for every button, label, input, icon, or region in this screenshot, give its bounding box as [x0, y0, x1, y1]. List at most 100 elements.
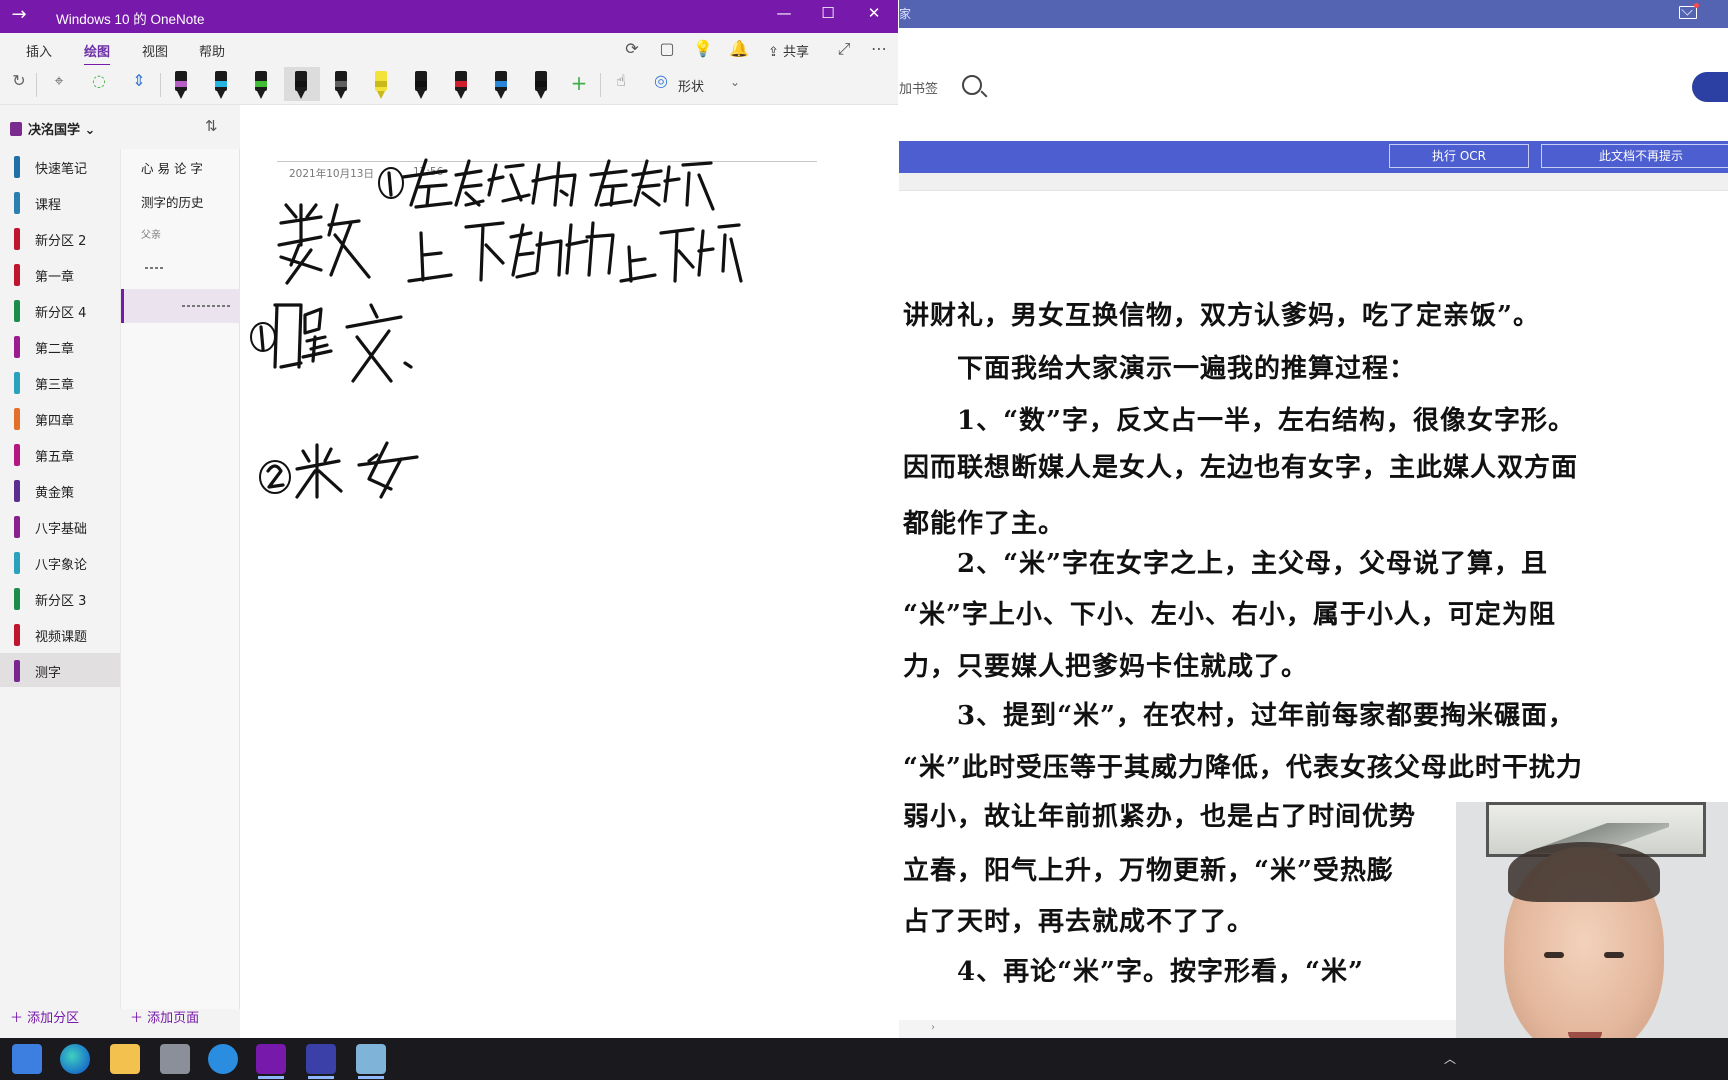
add-pen-icon[interactable]: +	[568, 71, 590, 99]
section-item[interactable]: 新分区 2	[0, 221, 120, 255]
tab-view[interactable]: 视图	[142, 41, 168, 60]
page-item[interactable]: 测字的历史	[121, 183, 240, 217]
sort-icon[interactable]: ⇅	[205, 117, 218, 135]
section-item[interactable]: 第四章	[0, 401, 120, 435]
section-item[interactable]: 黄金策	[0, 473, 120, 507]
shapes-icon[interactable]: ◎	[650, 71, 672, 99]
add-section-button[interactable]: ＋ 添加分区	[10, 1007, 79, 1026]
image-app-taskbar-icon[interactable]	[356, 1044, 386, 1079]
file-explorer-icon[interactable]	[110, 1044, 140, 1074]
page-item-selected[interactable]	[121, 289, 240, 323]
redo-icon[interactable]: ↻	[8, 71, 30, 99]
pen-7-icon[interactable]	[410, 67, 432, 101]
lasso-select-icon[interactable]: ⌖	[46, 71, 72, 99]
section-color-tab	[14, 588, 20, 610]
notebook-picker[interactable]: 决洺国学 ⌄	[10, 119, 95, 138]
section-color-tab	[14, 480, 20, 502]
pen-part	[177, 91, 185, 99]
text-line: 力，只要媒人把爹妈卡住就成了。	[903, 652, 1309, 682]
search-icon[interactable]	[962, 75, 982, 95]
section-item[interactable]: 第一章	[0, 257, 120, 291]
sync-icon[interactable]: ⟳	[621, 39, 643, 58]
text-line: 立春，阳气上升，万物更新，“米”受热膨	[903, 856, 1394, 886]
pdf-reader-taskbar-icon[interactable]	[306, 1044, 336, 1079]
add-page-button[interactable]: ＋ 添加页面	[130, 1007, 199, 1026]
chevron-down-icon: ⌄	[84, 123, 96, 138]
back-arrow-icon[interactable]: →	[8, 4, 30, 25]
text-line: 1、“数”字，反文占一半，左右结构，很像女字形。	[903, 406, 1576, 436]
mail-icon[interactable]	[1679, 6, 1697, 19]
section-label: 八字象论	[35, 558, 88, 573]
section-item[interactable]: 第三章	[0, 365, 120, 399]
insert-space-icon[interactable]: ⇕	[126, 71, 152, 99]
run-ocr-button[interactable]: 执行 OCR	[1389, 144, 1529, 168]
share-label: 共享	[783, 45, 810, 60]
text-line: 占了天时，再去就成不了了。	[903, 907, 1255, 937]
section-item[interactable]: 课程	[0, 185, 120, 219]
separator	[600, 73, 601, 97]
section-item[interactable]: 第五章	[0, 437, 120, 471]
pen-8-icon[interactable]	[450, 67, 472, 101]
pen-6-icon[interactable]	[370, 67, 392, 101]
notebook-icon	[10, 122, 22, 136]
edge-icon[interactable]	[60, 1044, 90, 1074]
text-line: 4、再论“米”字。按字形看，“米”	[903, 957, 1364, 987]
lightbulb-icon[interactable]: 💡	[692, 39, 714, 58]
pen-9-icon[interactable]	[490, 67, 512, 101]
section-item[interactable]: 视频课题	[0, 617, 120, 651]
start-app-icon[interactable]	[12, 1044, 42, 1074]
pen-3-icon[interactable]	[250, 67, 272, 101]
ink-to-shape-icon[interactable]: ☝	[608, 71, 634, 99]
minimize-icon[interactable]: —	[764, 4, 804, 22]
section-item[interactable]: 新分区 3	[0, 581, 120, 615]
presenter-hair	[1508, 842, 1660, 902]
share-button[interactable]: ⇪ 共享	[768, 41, 809, 60]
dont-show-again-button[interactable]: 此文档不再提示	[1541, 144, 1728, 168]
eraser-icon[interactable]: ◌	[86, 71, 112, 99]
section-item[interactable]: 八字象论	[0, 545, 120, 579]
pen-part	[335, 81, 347, 87]
expand-icon[interactable]: ⤢	[833, 39, 855, 59]
page-item[interactable]	[121, 251, 240, 285]
calculator-icon[interactable]	[160, 1044, 190, 1074]
section-item[interactable]: 测字	[0, 653, 120, 687]
section-label: 黄金策	[35, 486, 75, 501]
page-canvas[interactable]: 2021年10月13日 17:56	[241, 105, 898, 1038]
more-options-icon[interactable]: ⋯	[868, 39, 890, 58]
tab-draw[interactable]: 绘图	[84, 41, 111, 66]
pen-2-icon[interactable]	[210, 67, 232, 101]
section-label: 八字基础	[35, 522, 88, 537]
section-item[interactable]: 快速笔记	[0, 149, 120, 183]
pen-5-icon[interactable]	[330, 67, 352, 101]
page-view-icon[interactable]: ▢	[656, 39, 678, 58]
tab-insert[interactable]: 插入	[26, 41, 52, 60]
close-icon[interactable]: ✕	[854, 4, 894, 22]
plus-icon: ＋	[10, 1011, 28, 1026]
section-item[interactable]: 新分区 4	[0, 293, 120, 327]
chevron-down-icon[interactable]: ⌄	[724, 75, 746, 103]
section-item[interactable]: 第二章	[0, 329, 120, 363]
text-line: 弱小，故让年前抓紧办，也是占了时间优势	[903, 802, 1417, 832]
page-item[interactable]: 父亲	[121, 217, 240, 251]
page-item[interactable]: 心 易 论 字	[121, 149, 240, 183]
separator	[160, 73, 161, 97]
section-item[interactable]: 八字基础	[0, 509, 120, 543]
section-label: 新分区 4	[35, 306, 87, 321]
maximize-icon[interactable]: ☐	[808, 4, 848, 22]
user-button[interactable]	[1692, 72, 1728, 102]
ink-title-scribble	[182, 305, 230, 307]
onenote-taskbar-icon[interactable]	[256, 1044, 286, 1079]
pen-1-icon[interactable]	[170, 67, 192, 101]
pdf-title-bar: 家	[899, 0, 1728, 28]
shapes-label[interactable]: 形状	[678, 76, 704, 95]
pen-4-icon[interactable]	[284, 67, 320, 101]
tab-help[interactable]: 帮助	[199, 41, 225, 60]
scroll-right-icon[interactable]: ›	[931, 1022, 935, 1033]
bell-icon[interactable]: 🔔	[728, 39, 750, 58]
chevron-up-icon[interactable]: ︿	[1444, 1050, 1456, 1067]
window-title: Windows 10 的 OneNote	[56, 12, 205, 27]
pen-part	[415, 81, 427, 87]
add-bookmark-button[interactable]: 加书签	[899, 78, 938, 97]
app-icon[interactable]	[208, 1044, 238, 1074]
pen-10-icon[interactable]	[530, 67, 552, 101]
